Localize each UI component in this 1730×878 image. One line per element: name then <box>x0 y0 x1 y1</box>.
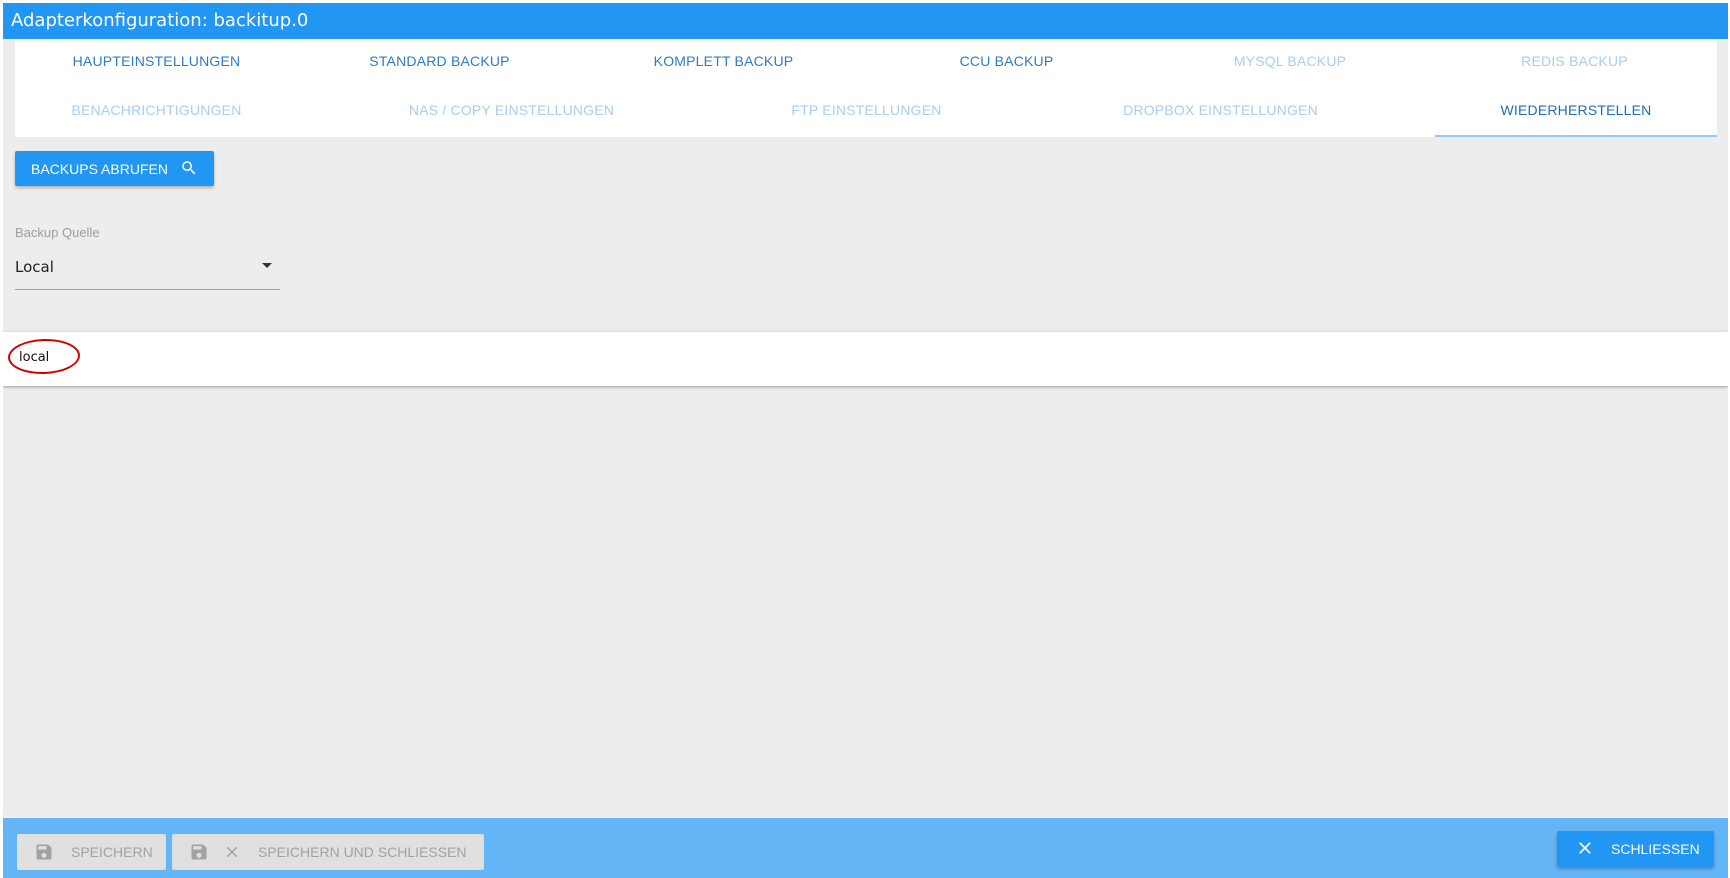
save-button[interactable]: SPEICHERN <box>17 834 166 870</box>
backup-list: local <box>3 332 1728 386</box>
chevron-down-icon <box>262 263 272 268</box>
tab-wiederherstellen[interactable]: WIEDERHERSTELLEN <box>1435 102 1717 118</box>
fetch-backups-label: BACKUPS ABRUFEN <box>31 160 168 177</box>
tab-dropbox-einstellungen[interactable]: DROPBOX EINSTELLUNGEN <box>1079 102 1362 118</box>
save-icon <box>34 842 54 862</box>
footer-bar: SPEICHERN SPEICHERN UND SCHLIESSEN SCHLI… <box>3 818 1728 878</box>
tab-standard-backup[interactable]: STANDARD BACKUP <box>298 53 581 69</box>
backup-source-label: Backup Quelle <box>15 225 100 240</box>
tab-haupteinstellungen[interactable]: HAUPTEINSTELLUNGEN <box>15 53 298 69</box>
close-icon <box>223 843 241 861</box>
save-and-close-button[interactable]: SPEICHERN UND SCHLIESSEN <box>172 834 484 870</box>
close-button-label: SCHLIESSEN <box>1611 841 1700 857</box>
close-button[interactable]: SCHLIESSEN <box>1557 831 1714 867</box>
tab-bar: HAUPTEINSTELLUNGEN STANDARD BACKUP KOMPL… <box>15 39 1717 137</box>
save-and-close-label: SPEICHERN UND SCHLIESSEN <box>258 844 467 860</box>
backup-source-select[interactable]: Local <box>15 253 280 290</box>
close-icon <box>1575 838 1595 861</box>
tab-mysql-backup[interactable]: MYSQL BACKUP <box>1148 53 1432 69</box>
active-tab-indicator <box>1435 135 1717 137</box>
save-button-label: SPEICHERN <box>71 844 153 860</box>
tab-ftp-einstellungen[interactable]: FTP EINSTELLUNGEN <box>725 102 1008 118</box>
tab-benachrichtigungen[interactable]: BENACHRICHTIGUNGEN <box>15 102 298 118</box>
tab-redis-backup[interactable]: REDIS BACKUP <box>1432 53 1717 69</box>
tab-nas-copy-einstellungen[interactable]: NAS / COPY EINSTELLUNGEN <box>370 102 653 118</box>
adapter-config-window: Adapterkonfiguration: backitup.0 HAUPTEI… <box>3 3 1728 878</box>
window-title: Adapterkonfiguration: backitup.0 <box>3 3 1728 39</box>
fetch-backups-button[interactable]: BACKUPS ABRUFEN <box>15 151 214 186</box>
search-icon <box>180 159 198 177</box>
tab-komplett-backup[interactable]: KOMPLETT BACKUP <box>582 53 865 69</box>
tab-ccu-backup[interactable]: CCU BACKUP <box>865 53 1148 69</box>
backup-source-value: Local <box>15 258 54 276</box>
save-icon <box>189 842 209 862</box>
annotation-circle <box>7 337 81 376</box>
